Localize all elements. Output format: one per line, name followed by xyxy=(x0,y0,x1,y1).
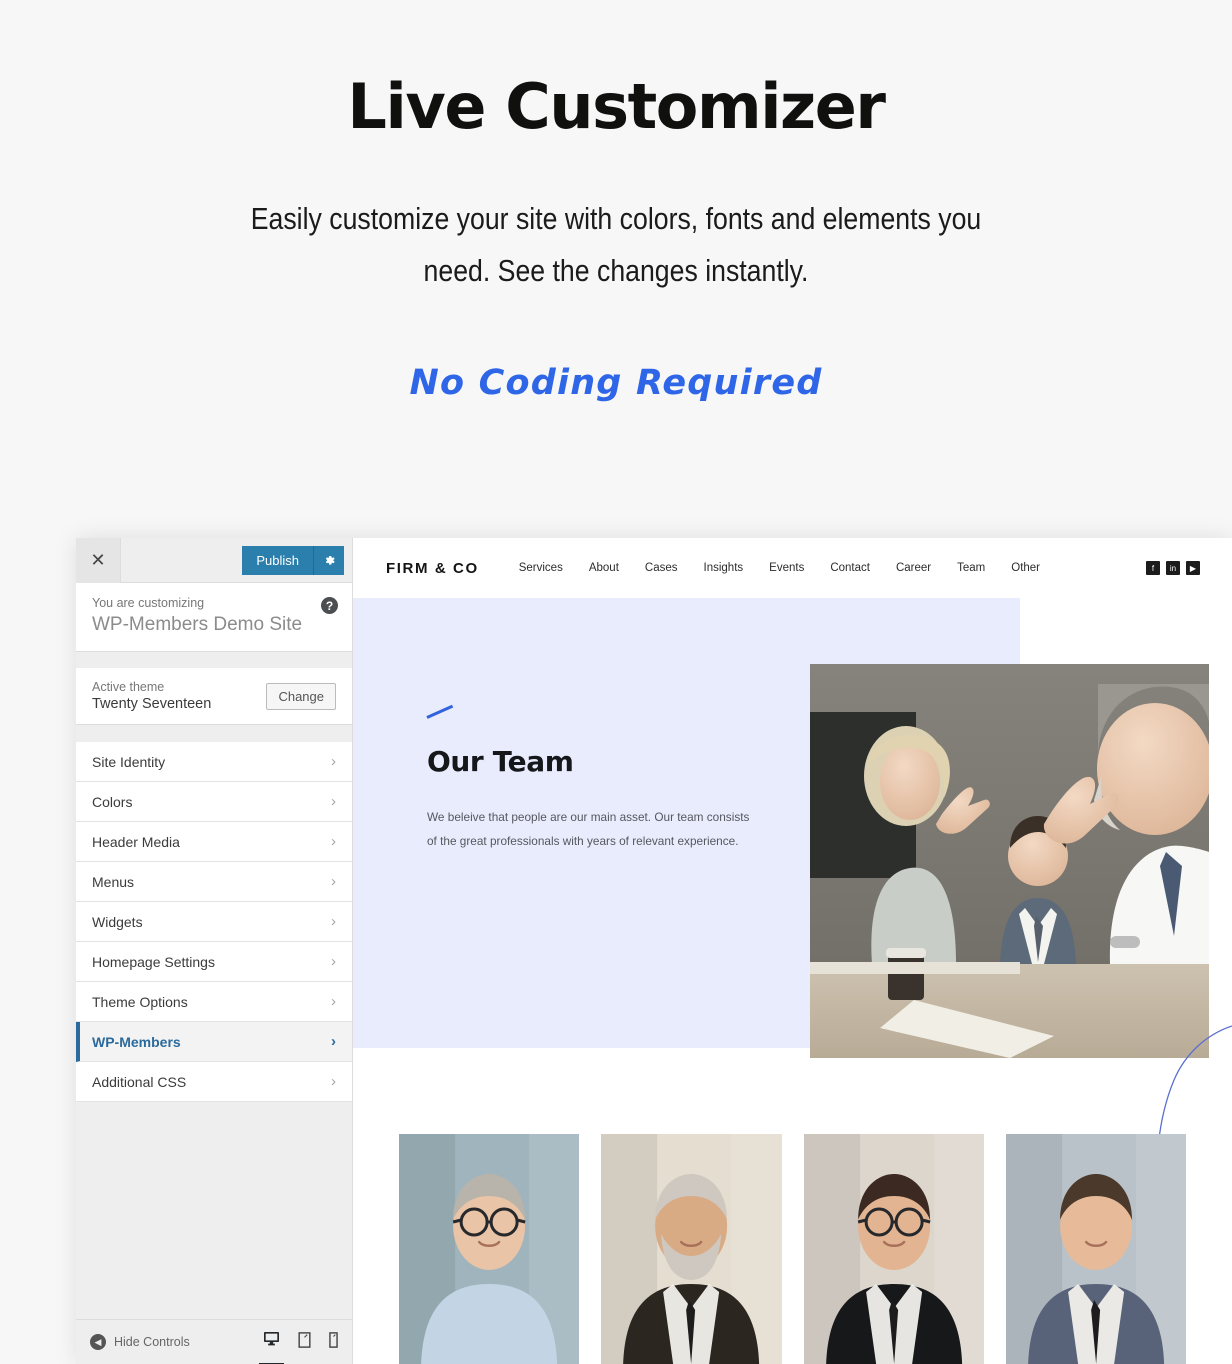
team-member-card[interactable] xyxy=(803,1134,984,1364)
team-member-photo xyxy=(1005,1134,1186,1364)
customizing-header: You are customizing WP-Members Demo Site… xyxy=(76,583,352,652)
team-member-card[interactable] xyxy=(601,1134,782,1364)
publish-group: Publish xyxy=(242,545,344,575)
nav-link-about[interactable]: About xyxy=(589,562,619,574)
sidebar-item-wp-members[interactable]: WP-Members › xyxy=(76,1022,352,1062)
gear-icon[interactable] xyxy=(314,545,344,575)
sidebar-item-header-media[interactable]: Header Media › xyxy=(76,822,352,862)
active-theme-name: Twenty Seventeen xyxy=(92,696,212,712)
facebook-icon[interactable]: f xyxy=(1146,561,1160,575)
nav-link-other[interactable]: Other xyxy=(1011,562,1040,574)
sidebar-item-label: Colors xyxy=(92,793,133,810)
desktop-preview-icon[interactable] xyxy=(259,1332,284,1364)
team-member-photo xyxy=(601,1134,782,1364)
chevron-right-icon: › xyxy=(331,993,336,1010)
hero-section: Our Team We beleive that people are our … xyxy=(353,598,1232,1148)
linkedin-icon[interactable]: in xyxy=(1166,561,1180,575)
social-links: f in ▶ xyxy=(1146,561,1200,575)
sidebar-item-label: WP-Members xyxy=(92,1033,181,1050)
chevron-right-icon: › xyxy=(331,953,336,970)
promo-section: Live Customizer Easily customize your si… xyxy=(0,0,1232,404)
tablet-preview-icon[interactable] xyxy=(298,1331,311,1353)
hero-body: We beleive that people are our main asse… xyxy=(427,810,750,848)
nav-link-events[interactable]: Events xyxy=(769,562,804,574)
chevron-right-icon: › xyxy=(331,793,336,810)
nav-link-contact[interactable]: Contact xyxy=(830,562,870,574)
help-icon[interactable]: ? xyxy=(321,597,338,614)
sidebar-item-theme-options[interactable]: Theme Options › xyxy=(76,982,352,1022)
site-header: FIRM & CO Services About Cases Insights Even… xyxy=(353,538,1232,598)
sidebar-item-colors[interactable]: Colors › xyxy=(76,782,352,822)
customizing-label: You are customizing xyxy=(92,596,205,610)
nav-link-career[interactable]: Career xyxy=(896,562,931,574)
mobile-preview-icon[interactable] xyxy=(329,1331,338,1353)
chevron-right-icon: › xyxy=(331,1033,336,1050)
nav-link-cases[interactable]: Cases xyxy=(645,562,678,574)
site-name: WP-Members Demo Site xyxy=(92,614,303,635)
hero-heading: Our Team xyxy=(427,745,574,778)
team-member-photo xyxy=(803,1134,984,1364)
site-logo[interactable]: FIRM & CO xyxy=(386,560,479,577)
chevron-right-icon: › xyxy=(331,913,336,930)
nav-link-services[interactable]: Services xyxy=(519,562,563,574)
chevron-right-icon: › xyxy=(331,753,336,770)
sidebar-item-label: Menus xyxy=(92,873,135,890)
page-title: Live Customizer xyxy=(347,70,886,143)
sidebar-item-label: Additional CSS xyxy=(92,1073,187,1090)
promo-script-line: No Coding Required xyxy=(409,363,823,404)
hide-controls-label: Hide Controls xyxy=(114,1335,190,1349)
active-theme-row: Active theme Twenty Seventeen Change xyxy=(76,668,352,725)
sidebar-item-additional-css[interactable]: Additional CSS › xyxy=(76,1062,352,1102)
active-theme-label: Active theme xyxy=(92,680,165,694)
collapse-arrow-icon: ◀ xyxy=(90,1334,106,1350)
customizer-screenshot: ✕ Publish You are customizing WP-Members… xyxy=(76,538,1232,1364)
sidebar-item-label: Theme Options xyxy=(92,993,188,1010)
nav-link-team[interactable]: Team xyxy=(957,562,985,574)
hide-controls-button[interactable]: ◀ Hide Controls xyxy=(90,1334,190,1350)
sidebar-item-site-identity[interactable]: Site Identity › xyxy=(76,742,352,782)
team-member-card[interactable] xyxy=(1005,1134,1186,1364)
customizer-footer: ◀ Hide Controls xyxy=(76,1319,352,1364)
chevron-right-icon: › xyxy=(331,873,336,890)
gear-glyph xyxy=(325,555,335,565)
sidebar-item-label: Site Identity xyxy=(92,753,166,770)
site-preview: FIRM & CO Services About Cases Insights Even… xyxy=(353,538,1232,1364)
hero-text: Our Team We beleive that people are our … xyxy=(426,704,757,853)
sidebar-item-widgets[interactable]: Widgets › xyxy=(76,902,352,942)
sidebar-item-homepage-settings[interactable]: Homepage Settings › xyxy=(76,942,352,982)
customizer-topbar: ✕ Publish xyxy=(76,538,352,583)
change-theme-button[interactable]: Change xyxy=(266,682,336,710)
sidebar-item-label: Header Media xyxy=(92,833,180,850)
team-member-photo xyxy=(399,1134,580,1364)
site-nav: Services About Cases Insights Events Contact C… xyxy=(519,562,1040,574)
publish-button[interactable]: Publish xyxy=(242,545,314,575)
team-member-card[interactable] xyxy=(399,1134,580,1364)
hero-image-art xyxy=(810,664,1209,1058)
customizer-section-list: Site Identity › Colors › Header Media › Menus ›… xyxy=(76,742,352,1102)
sidebar-item-menus[interactable]: Menus › xyxy=(76,862,352,902)
chevron-right-icon: › xyxy=(331,1073,336,1090)
promo-subtitle: Easily customize your site with colors, … xyxy=(250,200,982,289)
nav-link-insights[interactable]: Insights xyxy=(704,562,744,574)
close-icon[interactable]: ✕ xyxy=(76,538,121,583)
chevron-right-icon: › xyxy=(331,833,336,850)
sidebar-item-label: Homepage Settings xyxy=(92,953,215,970)
device-preview-group xyxy=(259,1331,338,1364)
team-photo-row xyxy=(353,1134,1232,1364)
hero-image xyxy=(810,664,1209,1058)
customizer-sidebar: ✕ Publish You are customizing WP-Members… xyxy=(76,538,353,1364)
youtube-icon[interactable]: ▶ xyxy=(1186,561,1200,575)
sidebar-item-label: Widgets xyxy=(92,913,143,930)
